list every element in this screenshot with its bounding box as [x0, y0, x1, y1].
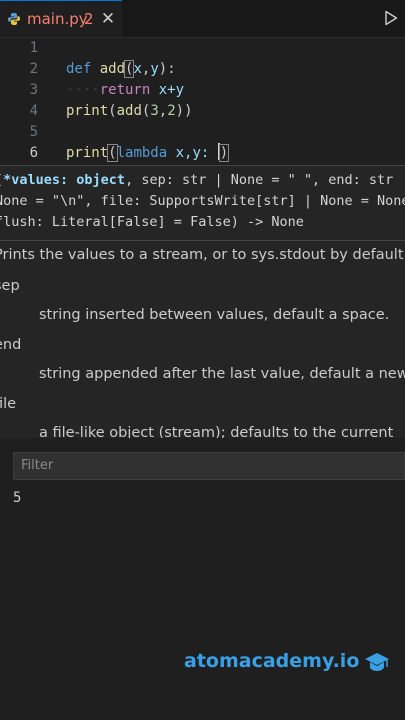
- code-line: 2 def add(x,y):: [0, 59, 405, 80]
- brand-watermark: atomacademy.io: [184, 650, 360, 672]
- function-name: add: [99, 61, 126, 77]
- function-name: print: [66, 145, 109, 161]
- filter-input[interactable]: Filter: [13, 452, 405, 480]
- tab-main-py[interactable]: main.py 2 ✕: [0, 0, 122, 37]
- bracket: (: [107, 144, 118, 162]
- param: x: [133, 61, 142, 77]
- punct: )): [175, 103, 193, 119]
- punct: ,: [158, 103, 168, 119]
- close-icon[interactable]: ✕: [98, 7, 118, 31]
- divider: [0, 240, 405, 241]
- bracket: ): [218, 144, 230, 162]
- active-parameter: *values: object: [3, 172, 126, 188]
- param-name: sep: [0, 278, 20, 294]
- tab-filename: main.py: [27, 10, 88, 28]
- line-number: 3: [29, 82, 38, 98]
- function-signature: (*values: object, sep: str | None = " ",…: [0, 170, 405, 233]
- code-line: 4 print(add(3,2)): [0, 101, 405, 122]
- editor-tab-bar: main.py 2 ✕: [0, 0, 405, 38]
- punct: ):: [158, 61, 176, 77]
- code-line: 3 ····return x+y: [0, 80, 405, 101]
- punct: (: [108, 103, 117, 119]
- output-panel: [0, 438, 405, 720]
- expression: x+y: [150, 82, 185, 98]
- indent-guide: ····: [66, 82, 100, 98]
- line-number: 5: [29, 124, 38, 140]
- function-name: add: [116, 103, 142, 119]
- signature-line: None = "\n", file: SupportsWrite[str] | …: [0, 193, 405, 209]
- code-line: 6 print(lambda x,y: ): [0, 143, 405, 164]
- output-line: 5: [13, 490, 22, 506]
- function-name: print: [66, 103, 109, 119]
- number-literal: 3: [150, 103, 159, 119]
- param: y: [150, 61, 159, 77]
- signature-help-popup: (*values: object, sep: str | None = " ",…: [0, 165, 405, 440]
- line-number: 4: [29, 103, 38, 119]
- keyword: return: [99, 82, 151, 98]
- graduation-cap-icon: [365, 653, 389, 671]
- line-number: 2: [29, 61, 38, 77]
- line-number: 1: [29, 40, 38, 56]
- line-number: 6: [29, 145, 38, 161]
- param-name: end: [0, 337, 22, 353]
- signature-rest: , sep: str | None = " ", end: str: [125, 172, 394, 188]
- signature-line: flush: Literal[False] = False) -> None: [0, 214, 304, 230]
- keyword: lambda: [116, 145, 168, 161]
- doc-description: Prints the values to a stream, or to sys…: [0, 247, 405, 263]
- param-description: string inserted between values, default …: [39, 307, 390, 323]
- python-icon: [8, 13, 20, 25]
- param-description: string appended after the last value, de…: [39, 366, 405, 382]
- problem-count-badge: 2: [84, 10, 94, 28]
- param-name: file: [0, 396, 17, 412]
- code-line: 1: [0, 38, 405, 59]
- code-editor[interactable]: 1 2 def add(x,y): 3 ····return x+y 4 pri…: [0, 37, 405, 165]
- lambda-params: x,y:: [167, 145, 218, 161]
- code-line: 5: [0, 122, 405, 143]
- number-literal: 2: [167, 103, 176, 119]
- play-icon[interactable]: [383, 10, 399, 26]
- keyword: def: [66, 61, 92, 77]
